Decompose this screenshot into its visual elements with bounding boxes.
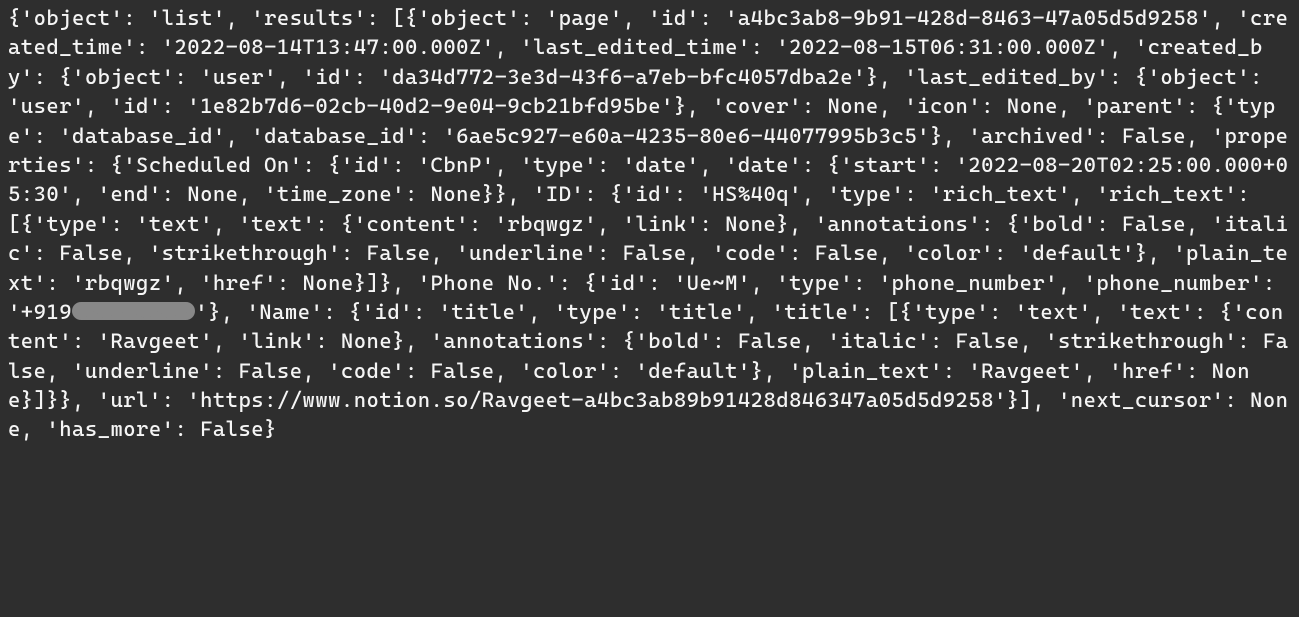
output-text-suffix: '}, 'Name': {'id': 'title', 'type': 'tit… xyxy=(8,300,1288,442)
output-text-prefix: {'object': 'list', 'results': [{'object'… xyxy=(8,6,1288,324)
terminal-output: {'object': 'list', 'results': [{'object'… xyxy=(8,4,1291,445)
redacted-phone-segment: XXXXXXXXX xyxy=(72,302,195,320)
